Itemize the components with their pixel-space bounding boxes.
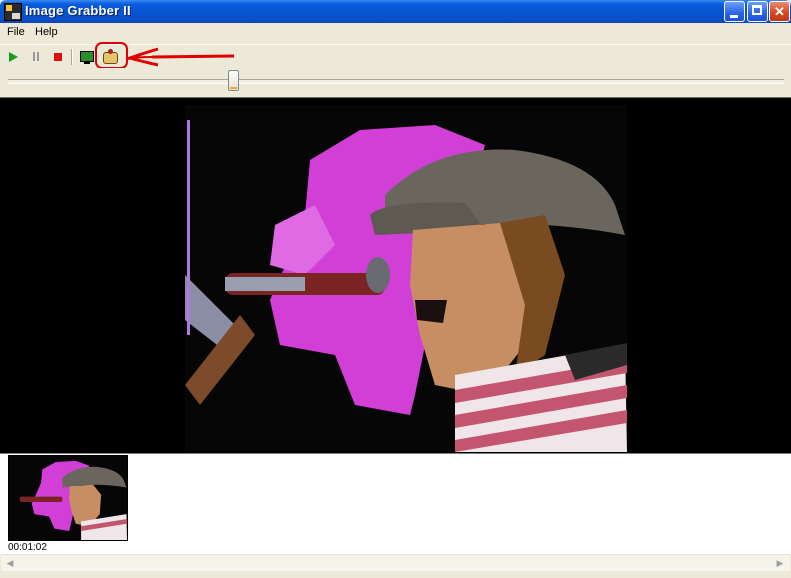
- stop-icon[interactable]: [49, 48, 67, 66]
- scroll-left-icon[interactable]: ◀: [2, 555, 18, 571]
- menu-file[interactable]: File: [7, 26, 25, 38]
- play-icon[interactable]: [5, 48, 23, 66]
- video-image: [185, 105, 627, 452]
- minimize-button[interactable]: [724, 1, 745, 22]
- close-button[interactable]: ✕: [769, 1, 790, 22]
- minimize-icon: [730, 15, 738, 18]
- annotation-arrow: [125, 47, 235, 67]
- pause-icon[interactable]: [27, 48, 45, 66]
- menu-bar: File Help: [0, 23, 791, 43]
- title-bar[interactable]: Image Grabber II ✕: [0, 0, 791, 23]
- thumbnail-timestamp: 00:01:02: [8, 542, 47, 553]
- thumbnail-frame[interactable]: [8, 455, 128, 541]
- maximize-icon: [752, 5, 762, 15]
- seek-slider-track[interactable]: [8, 79, 784, 84]
- scroll-right-icon[interactable]: ▶: [772, 555, 788, 571]
- menu-help[interactable]: Help: [35, 26, 58, 38]
- seek-slider-thumb[interactable]: [228, 70, 240, 91]
- window-title: Image Grabber II: [25, 3, 131, 18]
- maximize-button[interactable]: [747, 1, 768, 22]
- window-bottom-border: [0, 571, 791, 578]
- video-frame: [185, 105, 627, 452]
- horizontal-scrollbar[interactable]: [1, 554, 790, 572]
- monitor-icon[interactable]: [78, 48, 96, 66]
- close-icon: ✕: [774, 4, 785, 19]
- app-icon: [4, 3, 22, 21]
- toolbar-separator: [71, 49, 73, 65]
- mic-stand-line: [187, 120, 190, 335]
- thumbnail-image: [9, 456, 127, 540]
